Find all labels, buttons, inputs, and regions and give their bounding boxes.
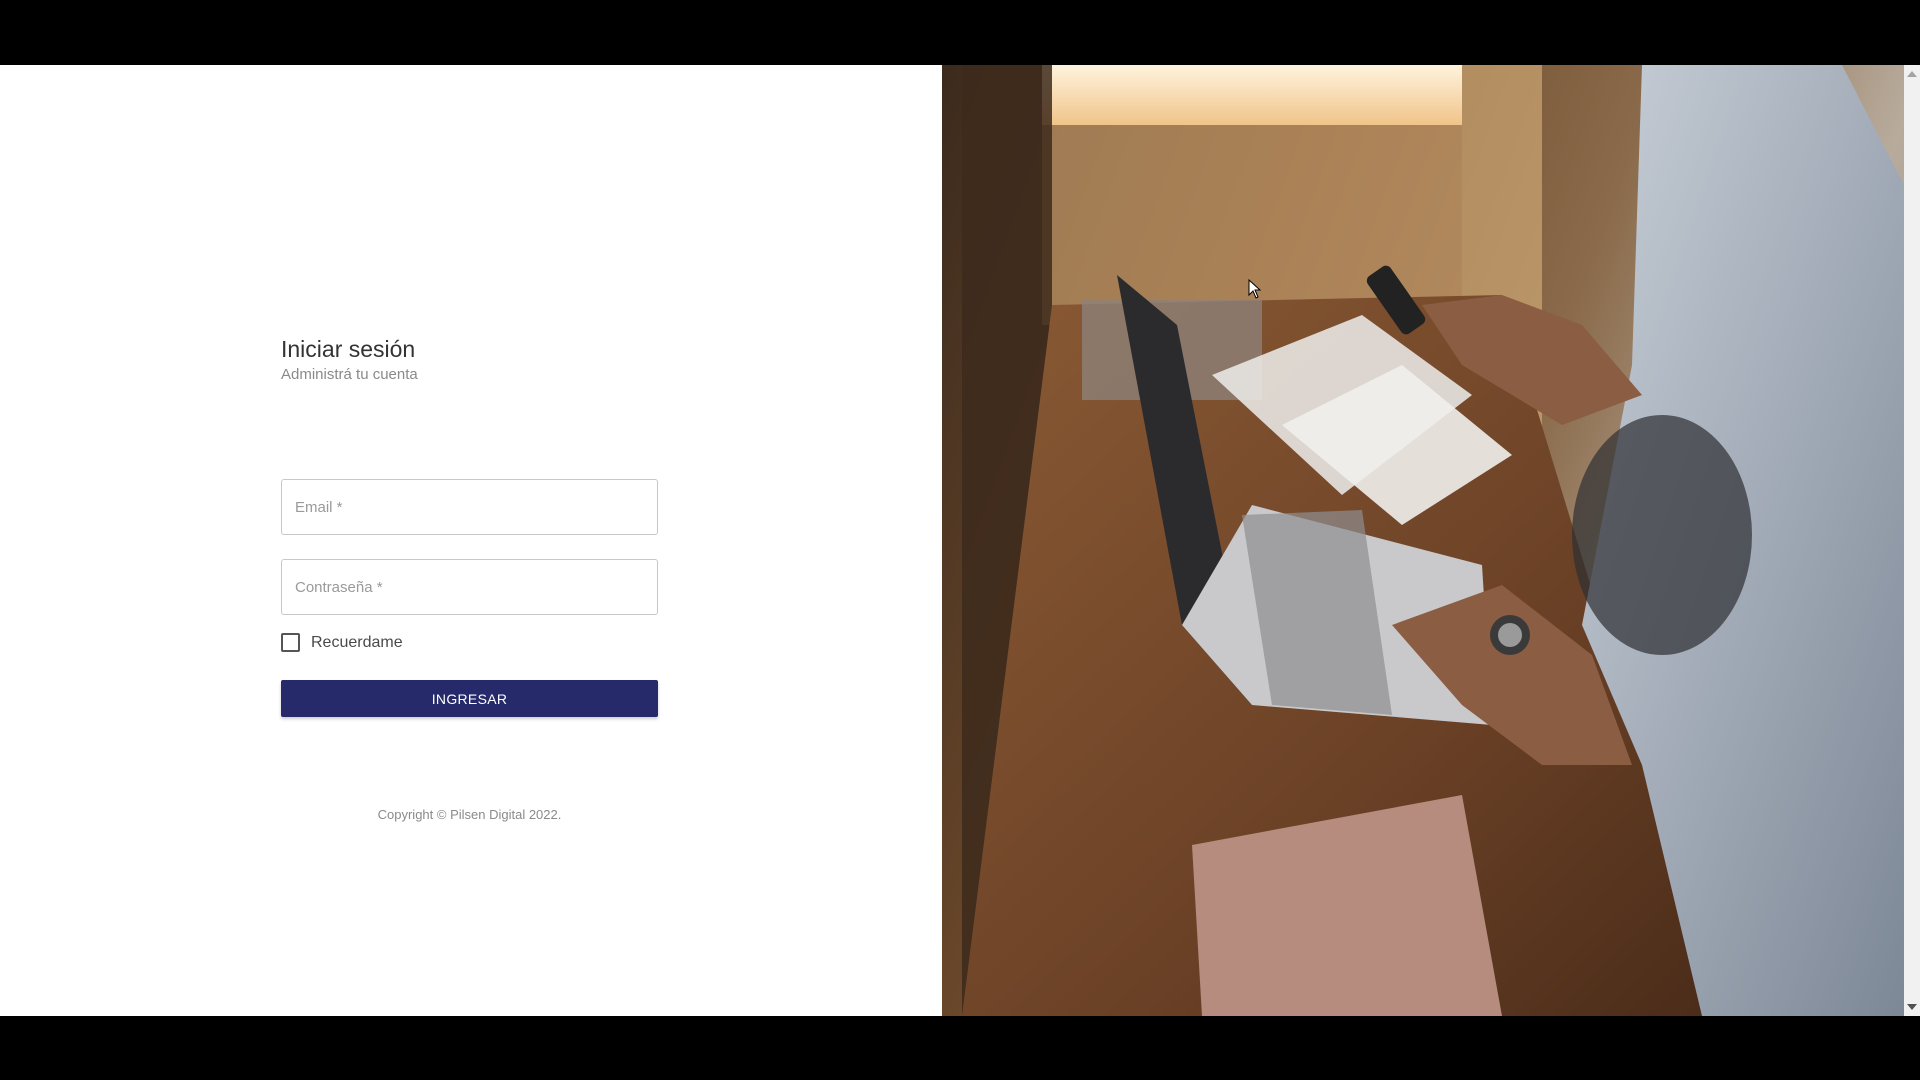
login-panel: Iniciar sesión Administrá tu cuenta Recu… (0, 65, 942, 1016)
vertical-scrollbar[interactable] (1904, 65, 1920, 1016)
remember-me-label: Recuerdame (311, 633, 403, 651)
scroll-up-arrow-icon[interactable] (1907, 71, 1917, 77)
remember-me-checkbox[interactable] (281, 633, 300, 652)
hero-photo (942, 65, 1904, 1016)
page-subtitle: Administrá tu cuenta (281, 366, 418, 383)
mouse-pointer-icon (1248, 278, 1262, 304)
browser-viewport: Iniciar sesión Administrá tu cuenta Recu… (0, 65, 1920, 1016)
page-title: Iniciar sesión (281, 336, 416, 362)
login-button[interactable]: INGRESAR (281, 680, 658, 717)
copyright-text: Copyright © Pilsen Digital 2022. (377, 807, 562, 822)
password-field[interactable] (281, 559, 658, 615)
remember-me-toggle[interactable]: Recuerdame (281, 633, 403, 652)
scroll-down-arrow-icon[interactable] (1907, 1004, 1917, 1010)
email-field[interactable] (281, 479, 658, 535)
hero-photo-illustration (962, 65, 1904, 1016)
login-form: Iniciar sesión Administrá tu cuenta Recu… (281, 335, 658, 822)
